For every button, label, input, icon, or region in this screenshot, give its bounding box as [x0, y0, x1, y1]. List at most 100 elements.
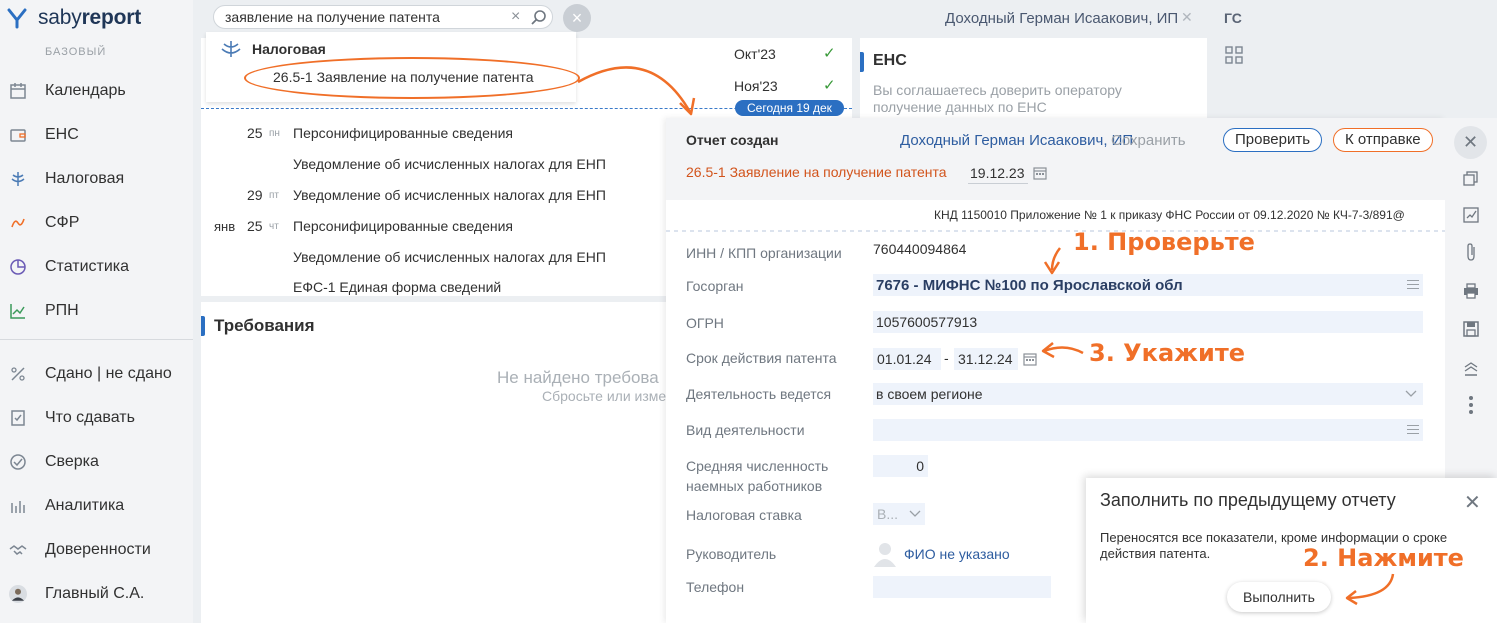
to-send-button[interactable]: К отправке [1333, 128, 1433, 152]
sidebar-item-label: Что сдавать [45, 409, 135, 426]
close-search-button[interactable]: × [563, 4, 591, 32]
report-date[interactable]: 19.12.23 [970, 165, 1025, 181]
employees-label: Средняя численность [686, 458, 829, 474]
sidebar-item-reconcile[interactable]: Сверка [0, 442, 193, 482]
search-icon[interactable] [530, 9, 547, 29]
close-icon[interactable]: ✕ [1181, 9, 1193, 26]
pie-chart-icon [9, 258, 27, 276]
phone-field[interactable] [873, 576, 1051, 598]
report-status: Отчет создан [686, 132, 779, 148]
ens-card: ЕНС Вы соглашаетесь доверить оператору п… [860, 38, 1207, 120]
attachment-icon[interactable] [1461, 242, 1481, 262]
calendar-icon[interactable] [1023, 352, 1037, 369]
sidebar-item-rpn[interactable]: РПН [0, 291, 193, 331]
sidebar-item-profile[interactable]: Главный С.А. [0, 574, 193, 614]
report-owner-link[interactable]: Доходный Герман Исаакович, ИП [900, 132, 1133, 149]
sidebar-item-tax[interactable]: Налоговая [0, 159, 193, 199]
user-initials[interactable]: ГС [1224, 10, 1242, 26]
sidebar-item-what-to-submit[interactable]: Что сдавать [0, 398, 193, 438]
rpn-chart-icon [9, 302, 27, 320]
row-day: 25 [247, 218, 263, 234]
calendar-icon[interactable] [1033, 166, 1047, 183]
close-icon[interactable]: ✕ [1464, 490, 1481, 515]
copy-icon[interactable] [1461, 169, 1481, 189]
activity-place-label: Деятельность ведется [686, 386, 832, 402]
employees-field[interactable]: 0 [873, 455, 928, 477]
top-org-name[interactable]: Доходный Герман Исаакович, ИП [945, 10, 1178, 27]
annotation-step-3: 3. Укажите [1089, 339, 1246, 367]
ens-text: Вы соглашаетесь доверить оператору получ… [873, 82, 1122, 115]
sidebar-item-ens[interactable]: ЕНС [0, 115, 193, 155]
close-panel-button[interactable]: ✕ [1454, 126, 1487, 159]
head-link[interactable]: ФИО не указано [904, 546, 1010, 562]
period-to-field[interactable]: 31.12.24 [954, 348, 1018, 370]
row-event: Уведомление об исчисленных налогах для Е… [293, 156, 606, 172]
tax-emblem-icon [221, 41, 241, 57]
search-input[interactable] [225, 9, 505, 25]
more-vertical-icon[interactable] [1461, 395, 1481, 415]
calendar-icon [9, 82, 27, 100]
app-logo[interactable]: sabyreport [6, 6, 141, 30]
month-label[interactable]: Ноя'23 [734, 78, 778, 94]
row-weekday: пн [269, 128, 280, 139]
head-label: Руководитель [686, 546, 777, 562]
save-disk-icon[interactable] [1461, 319, 1481, 339]
ogrn-value: 1057600577913 [876, 314, 978, 330]
rate-select[interactable]: В... [873, 503, 925, 525]
sidebar-item-sfr[interactable]: СФР [0, 203, 193, 243]
sidebar-item-label: Календарь [45, 82, 126, 99]
sidebar-item-submitted[interactable]: Сдано | не сдано [0, 354, 193, 394]
calendar-row[interactable]: 25 пн Персонифицированные сведения [201, 123, 666, 147]
chevron-down-icon [1405, 387, 1417, 401]
calendar-row[interactable]: 29 пт Уведомление об исчисленных налогах… [201, 185, 666, 209]
menu-icon[interactable] [1407, 425, 1419, 434]
sidebar-item-label: Налоговая [45, 170, 125, 187]
execute-button[interactable]: Выполнить [1227, 582, 1331, 612]
sidebar-item-statistics[interactable]: Статистика [0, 247, 193, 287]
user-avatar [9, 585, 27, 603]
close-icon: × [571, 7, 583, 28]
authority-label: Госорган [686, 278, 744, 294]
requirements-title[interactable]: Требования [214, 316, 315, 336]
reconcile-icon [9, 453, 27, 471]
date-underline [968, 183, 1028, 184]
calendar-row[interactable]: ЕФС-1 Единая форма сведений [201, 277, 666, 295]
check-button[interactable]: Проверить [1223, 128, 1323, 152]
print-icon[interactable] [1461, 281, 1481, 301]
calendar-row[interactable]: Уведомление об исчисленных налогах для Е… [201, 154, 666, 178]
sidebar-item-label: СФР [45, 214, 80, 231]
activity-kind-field[interactable] [873, 419, 1423, 441]
ens-title[interactable]: ЕНС [873, 52, 907, 70]
checklist-icon [9, 409, 27, 427]
save-button[interactable]: Сохранить [1111, 132, 1186, 149]
sidebar: sabyreport БАЗОВЫЙ Календарь ЕНС Налогов… [0, 0, 193, 623]
export-icon[interactable] [1461, 358, 1481, 378]
ogrn-field[interactable]: 1057600577913 [873, 311, 1423, 333]
close-icon: ✕ [1462, 132, 1479, 152]
period-separator: - [944, 350, 949, 366]
month-label[interactable]: Окт'23 [734, 46, 776, 62]
search-result-item[interactable]: 26.5-1 Заявление на получение патента [273, 69, 534, 85]
row-event: Уведомление об исчисленных налогах для Е… [293, 187, 606, 203]
menu-icon[interactable] [1407, 280, 1419, 289]
authority-field[interactable]: 7676 - МИФНС №100 по Ярославской обл [873, 274, 1423, 296]
annotation-step-1: 1. Проверьте [1073, 228, 1255, 256]
apps-grid-icon[interactable] [1225, 46, 1243, 67]
sidebar-item-calendar[interactable]: Календарь [0, 71, 193, 111]
check-icon: ✓ [823, 77, 836, 94]
clear-icon[interactable]: × [511, 8, 520, 26]
app-name: sabyreport [38, 6, 142, 29]
today-badge: Сегодня 19 дек [735, 100, 844, 116]
sign-icon[interactable] [1461, 205, 1481, 225]
report-header: Отчет создан Доходный Герман Исаакович, … [666, 118, 1445, 200]
search-box[interactable]: × [213, 5, 553, 29]
sidebar-item-powers-of-attorney[interactable]: Доверенности [0, 530, 193, 570]
dropdown-group: Налоговая [220, 39, 326, 59]
calendar-row[interactable]: Уведомление об исчисленных налогах для Е… [201, 247, 666, 271]
period-from-field[interactable]: 01.01.24 [873, 348, 941, 370]
sidebar-item-analytics[interactable]: Аналитика [0, 486, 193, 526]
activity-place-select[interactable]: в своем регионе [873, 383, 1423, 405]
sidebar-item-label: Статистика [45, 258, 130, 275]
calendar-row[interactable]: янв 25 чт Персонифицированные сведения [201, 216, 666, 240]
row-day: 29 [247, 187, 263, 203]
